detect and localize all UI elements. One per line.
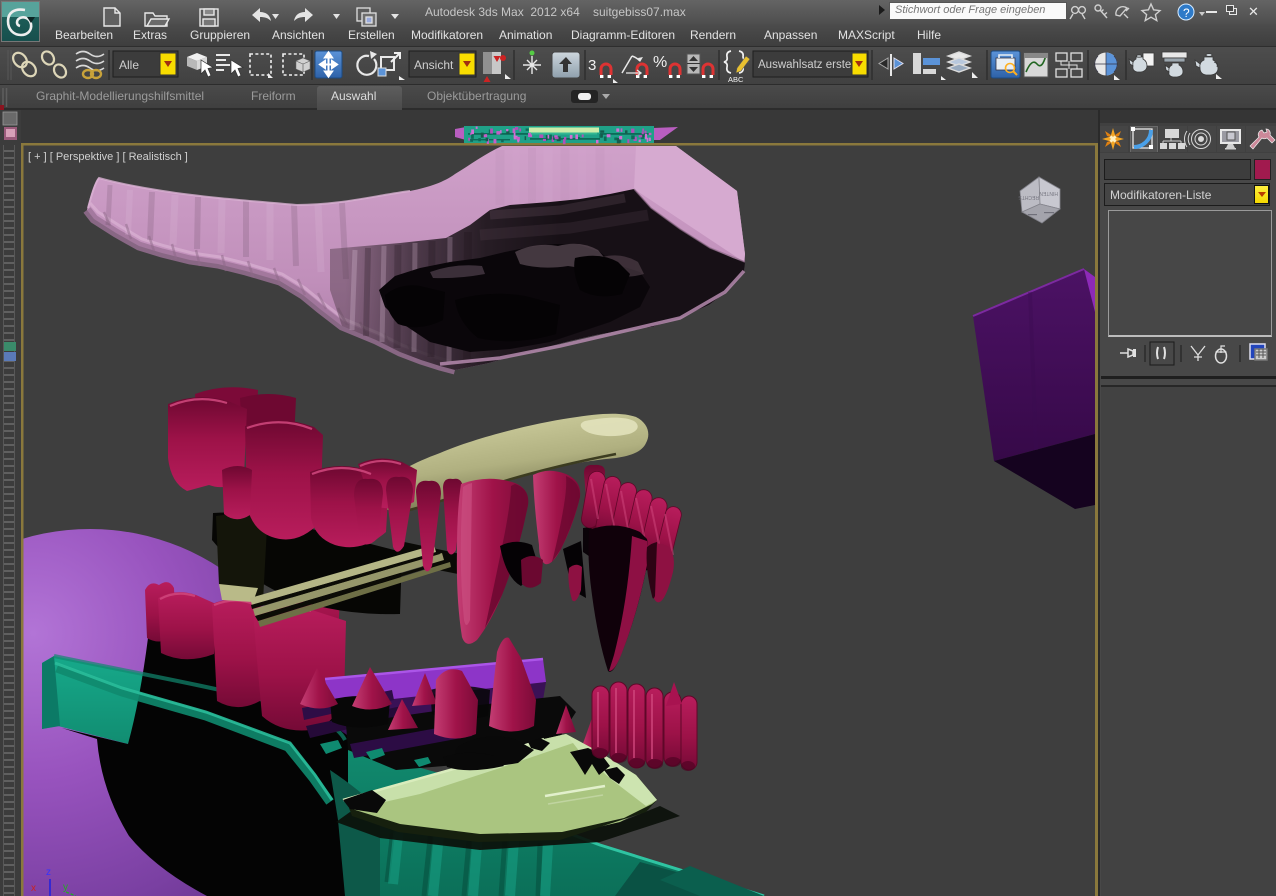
svg-text:%: %	[653, 54, 667, 71]
svg-text:Auswahlsatz erstelle: Auswahlsatz erstelle	[758, 59, 863, 71]
svg-text:3: 3	[588, 57, 596, 74]
svg-text:ABC: ABC	[728, 75, 744, 84]
svg-text:?: ?	[1183, 6, 1190, 20]
svg-text:Alle: Alle	[119, 58, 139, 72]
svg-text:Ansicht: Ansicht	[414, 58, 454, 72]
